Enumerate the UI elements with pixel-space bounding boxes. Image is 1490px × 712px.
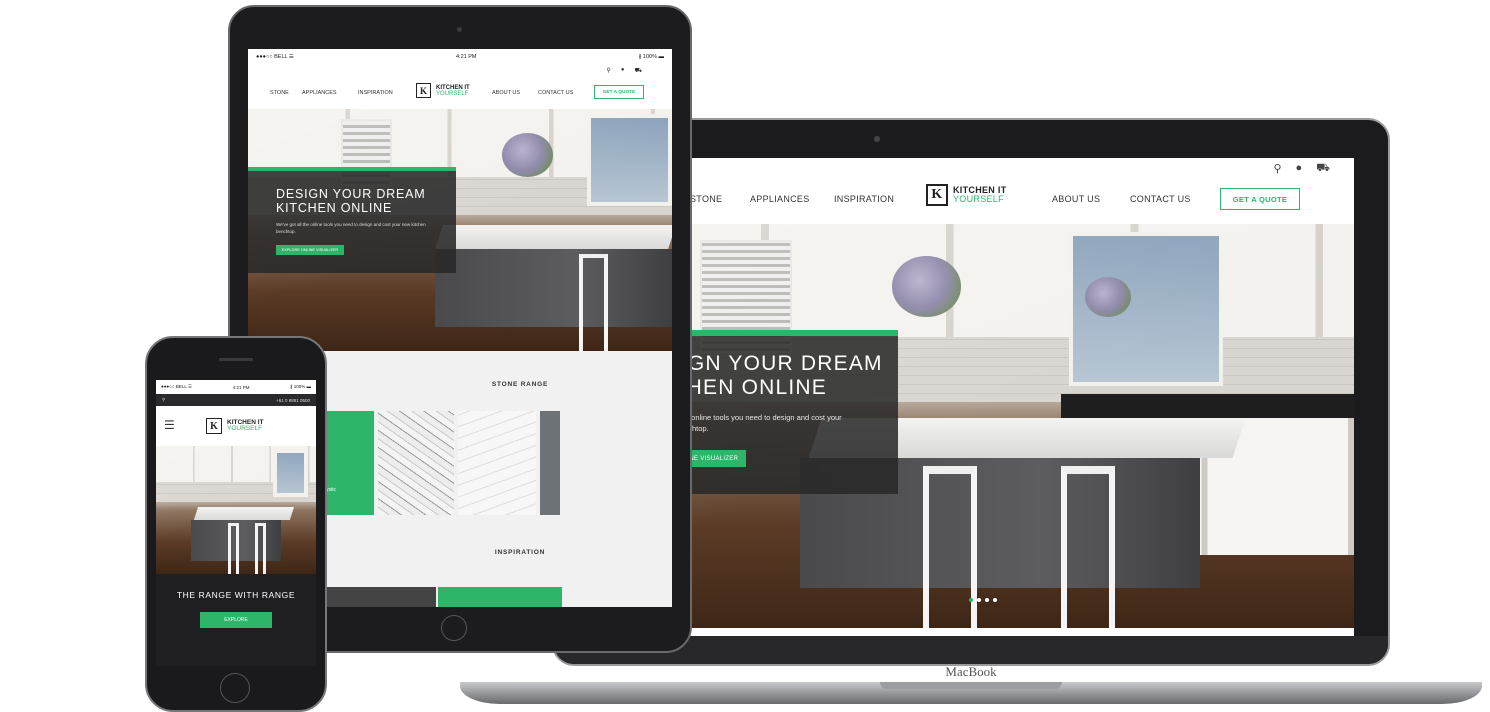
stone-swatch[interactable] xyxy=(378,411,454,515)
search-icon[interactable]: ⚲ xyxy=(162,397,165,403)
main-nav: ☰ STONE APPLIANCES INSPIRATION K KITCHEN… xyxy=(584,176,1354,224)
tablet-hero-panel xyxy=(248,167,456,273)
user-icon[interactable]: ● xyxy=(621,67,625,75)
stone-caption: ystic xyxy=(326,487,336,493)
logo-line2: YOURSELF xyxy=(227,425,263,432)
nav-item-stone[interactable]: STONE xyxy=(690,194,722,204)
cart-icon[interactable]: ⛟ xyxy=(634,67,642,75)
tablet-hero-image: DESIGN YOUR DREAM KITCHEN ONLINE We've g… xyxy=(248,109,672,351)
tablet-header-icons: ⚲ ● ⛟ xyxy=(606,67,642,75)
tablet-explore-visualizer-button[interactable]: EXPLORE ONLINE VISUALIZER xyxy=(276,245,344,255)
slider-dot[interactable] xyxy=(969,598,973,602)
inspiration-tile[interactable] xyxy=(326,587,436,607)
tablet-hero-text: We've got all the online tools you need … xyxy=(276,222,426,234)
phone-status-bar: ●●●○○ BELL ☰ 4:21 PM ∦ 100% ▬ xyxy=(156,380,316,394)
logo-line2: YOURSELF xyxy=(436,90,469,97)
laptop-screen: ⚲ ● ⛟ ☰ STONE APPLIANCES INSPIRATION K K… xyxy=(584,158,1354,636)
status-battery: ∦ 100% ▬ xyxy=(638,54,664,60)
stone-range-title: STONE RANGE xyxy=(491,381,549,388)
search-icon[interactable]: ⚲ xyxy=(606,67,610,75)
site-logo[interactable]: K KITCHEN IT YOURSELF xyxy=(206,418,263,434)
status-battery: ∦ 100% ▬ xyxy=(290,384,311,389)
slider-dot[interactable] xyxy=(977,598,981,602)
phone-top-bar: ⚲ +61 0 8881 0500 xyxy=(156,394,316,406)
tablet-camera xyxy=(457,27,462,32)
nav-item-about[interactable]: ABOUT US xyxy=(492,90,520,96)
phone-section-title: THE RANGE WITH RANGE xyxy=(176,590,296,600)
logo-mark: K xyxy=(416,83,431,98)
tablet-hero-title: DESIGN YOUR DREAM KITCHEN ONLINE xyxy=(276,187,426,216)
status-time: 4:21 PM xyxy=(456,54,477,60)
logo-line2: YOURSELF xyxy=(953,194,1004,204)
nav-item-about[interactable]: ABOUT US xyxy=(1052,194,1100,204)
slider-dots xyxy=(969,598,997,602)
tablet-status-bar: ●●●○○ BELL ☰ 4:21 PM ∦ 100% ▬ xyxy=(248,49,672,65)
laptop-camera xyxy=(874,136,880,142)
site-logo[interactable]: K KITCHEN IT YOURSELF xyxy=(926,184,1007,206)
stone-swatch[interactable] xyxy=(458,411,536,515)
stone-swatch[interactable] xyxy=(540,411,560,515)
inspiration-title: INSPIRATION xyxy=(494,549,546,556)
nav-item-inspiration[interactable]: INSPIRATION xyxy=(834,194,894,204)
nav-item-contact[interactable]: CONTACT US xyxy=(1130,194,1191,204)
inspiration-tile[interactable] xyxy=(438,587,562,607)
tablet-nav: STONE APPLIANCES INSPIRATION K KITCHEN I… xyxy=(248,77,672,109)
phone-screen: ●●●○○ BELL ☰ 4:21 PM ∦ 100% ▬ ⚲ +61 0 88… xyxy=(156,380,316,666)
phone-nav: ☰ K KITCHEN IT YOURSELF xyxy=(156,406,316,446)
nav-item-inspiration[interactable]: INSPIRATION xyxy=(358,90,393,96)
nav-item-appliances[interactable]: APPLIANCES xyxy=(750,194,810,204)
tablet-home-button xyxy=(441,615,467,641)
logo-mark: K xyxy=(206,418,222,434)
stone-swatch[interactable]: ystic xyxy=(326,411,374,515)
phone-number[interactable]: +61 0 8881 0500 xyxy=(276,398,310,403)
laptop-notch xyxy=(880,682,1062,689)
cart-icon[interactable]: ⛟ xyxy=(1316,162,1330,176)
hero-image: DESIGN YOUR DREAM KITCHEN ONLINE We've g… xyxy=(584,224,1354,628)
menu-icon[interactable]: ☰ xyxy=(164,418,175,432)
phone-explore-button[interactable]: EXPLORE xyxy=(200,612,272,628)
status-time: 4:21 PM xyxy=(232,384,250,390)
slider-dot[interactable] xyxy=(993,598,997,602)
phone-home-button xyxy=(220,673,250,703)
status-carrier: ●●●○○ BELL ☰ xyxy=(256,54,294,60)
logo-line1: KITCHEN IT xyxy=(436,84,470,91)
nav-item-appliances[interactable]: APPLIANCES xyxy=(302,90,337,96)
get-quote-button[interactable]: GET A QUOTE xyxy=(594,85,644,99)
user-icon[interactable]: ● xyxy=(1296,162,1303,176)
site-logo[interactable]: K KITCHEN IT YOURSELF xyxy=(416,83,470,98)
get-quote-button[interactable]: GET A QUOTE xyxy=(1220,188,1300,210)
laptop-brand-label: MacBook xyxy=(945,664,997,679)
logo-mark: K xyxy=(926,184,948,206)
nav-item-stone[interactable]: STONE xyxy=(270,90,289,96)
status-carrier: ●●●○○ BELL ☰ xyxy=(161,384,192,389)
phone-device: ●●●○○ BELL ☰ 4:21 PM ∦ 100% ▬ ⚲ +61 0 88… xyxy=(145,336,327,712)
slider-dot[interactable] xyxy=(985,598,989,602)
header-icons: ⚲ ● ⛟ xyxy=(1273,162,1330,176)
phone-hero-image xyxy=(156,446,316,574)
search-icon[interactable]: ⚲ xyxy=(1273,162,1281,176)
phone-speaker xyxy=(219,358,253,361)
nav-item-contact[interactable]: CONTACT US xyxy=(538,90,573,96)
